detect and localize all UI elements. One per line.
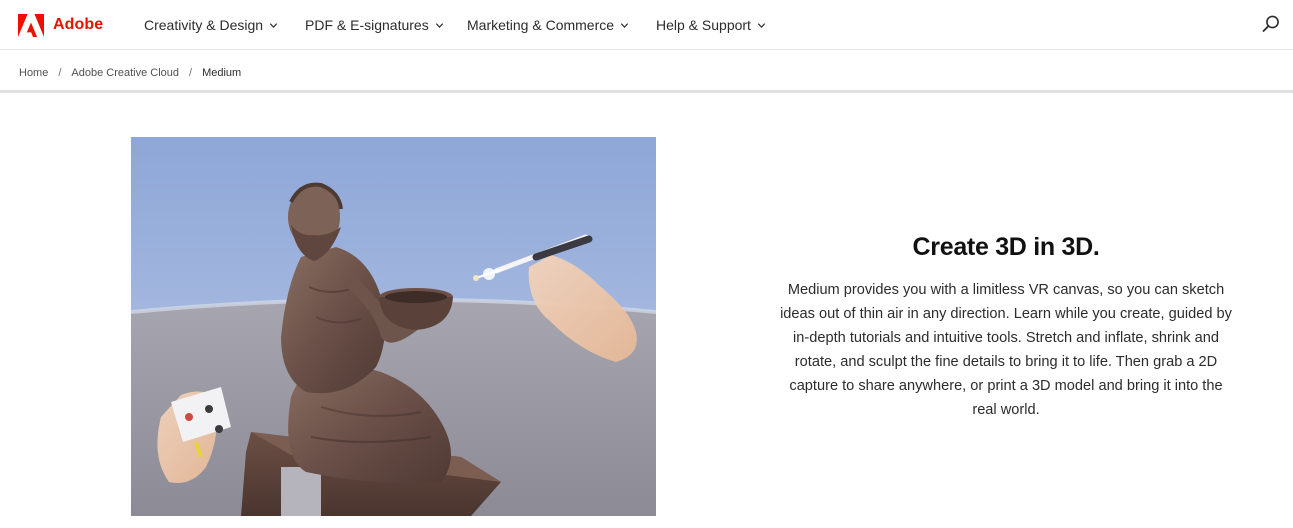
breadcrumb-separator: / bbox=[58, 67, 62, 79]
hero-copy: Create 3D in 3D. Medium provides you wit… bbox=[780, 230, 1232, 422]
adobe-logo-icon bbox=[18, 13, 44, 37]
nav-label: Help & Support bbox=[656, 17, 751, 33]
nav-label: Creativity & Design bbox=[144, 17, 264, 33]
hero-title: Create 3D in 3D. bbox=[912, 233, 1100, 261]
global-nav: Adobe Creativity & Design PDF & E-signat… bbox=[0, 0, 1293, 50]
hero-description: Medium provides you with a limitless VR … bbox=[780, 282, 1232, 418]
chevron-down-icon bbox=[435, 22, 443, 28]
vr-sculpture-image bbox=[131, 137, 656, 516]
breadcrumb-separator: / bbox=[189, 67, 193, 79]
breadcrumb-current: Medium bbox=[202, 67, 242, 79]
search-icon bbox=[1262, 15, 1279, 32]
nav-label: PDF & E-signatures bbox=[305, 17, 429, 33]
adobe-home-link[interactable]: Adobe bbox=[18, 13, 103, 37]
brand-name: Adobe bbox=[53, 16, 104, 33]
chevron-down-icon bbox=[757, 22, 766, 28]
nav-help-support[interactable]: Help & Support bbox=[656, 16, 766, 34]
search-button[interactable] bbox=[1261, 14, 1281, 34]
chevron-down-icon bbox=[620, 22, 629, 28]
breadcrumb-creative-cloud-link[interactable]: Adobe Creative Cloud bbox=[71, 67, 179, 79]
nav-creativity-design[interactable]: Creativity & Design bbox=[144, 16, 278, 34]
breadcrumb-list: Home / Adobe Creative Cloud / Medium bbox=[19, 67, 241, 79]
breadcrumb: Home / Adobe Creative Cloud / Medium bbox=[0, 57, 1293, 93]
nav-pdf-esignatures[interactable]: PDF & E-signatures bbox=[305, 16, 444, 34]
nav-marketing-commerce[interactable]: Marketing & Commerce bbox=[467, 16, 629, 34]
breadcrumb-home-link[interactable]: Home bbox=[19, 67, 48, 79]
chevron-down-icon bbox=[269, 22, 278, 28]
nav-label: Marketing & Commerce bbox=[467, 17, 615, 33]
